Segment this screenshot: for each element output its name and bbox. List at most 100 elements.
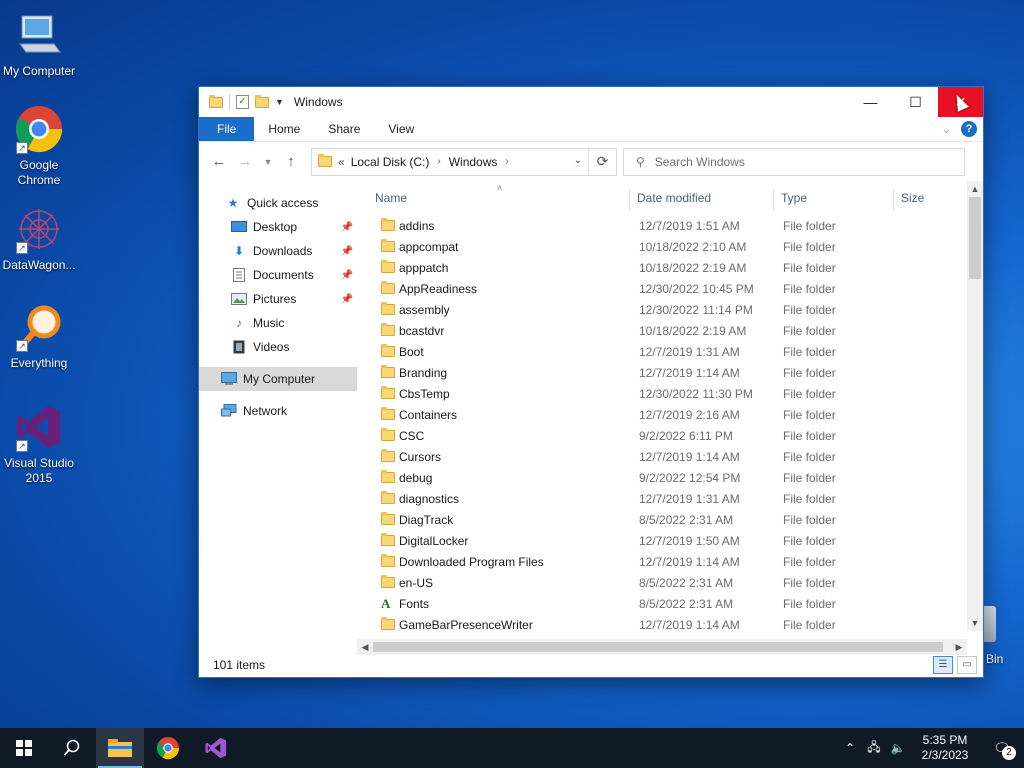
search-input[interactable] [654, 154, 935, 169]
scroll-thumb[interactable] [373, 642, 943, 652]
pin-icon[interactable]: 📌 [341, 270, 353, 281]
tab-home[interactable]: Home [254, 117, 314, 141]
nav-pictures[interactable]: Pictures 📌 [199, 287, 357, 311]
table-row[interactable]: Containers 12/7/2019 2:16 AM File folder [357, 404, 967, 425]
clock[interactable]: 5:35 PM 2/3/2023 [910, 733, 980, 763]
nav-desktop[interactable]: Desktop 📌 [199, 215, 357, 239]
pin-icon[interactable]: 📌 [341, 246, 353, 257]
column-header-date-modified[interactable]: Date modified [637, 191, 711, 205]
taskbar-visual-studio[interactable] [192, 728, 240, 768]
expand-ribbon-chevron-icon[interactable]: ⌄ [942, 123, 951, 136]
table-row[interactable]: debug 9/2/2022 12:54 PM File folder [357, 467, 967, 488]
table-row[interactable]: CSC 9/2/2022 6:11 PM File folder [357, 425, 967, 446]
tab-file[interactable]: File [199, 117, 255, 141]
taskbar-file-explorer[interactable] [96, 728, 144, 768]
large-icons-view-button[interactable]: ▭ [957, 656, 977, 674]
table-row[interactable]: A Fonts 8/5/2022 2:31 AM File folder [357, 593, 967, 614]
title-bar[interactable]: ✓ ▼ Windows — ☐ ✕ [199, 87, 983, 117]
table-row[interactable]: Downloaded Program Files 12/7/2019 1:14 A… [357, 551, 967, 572]
table-row[interactable]: AppReadiness 12/30/2022 10:45 PM File fold… [357, 278, 967, 299]
table-row[interactable]: DigitalLocker 12/7/2019 1:50 AM File folde… [357, 530, 967, 551]
up-button[interactable]: ↑ [279, 150, 303, 174]
table-row[interactable]: Boot 12/7/2019 1:31 AM File folder [357, 341, 967, 362]
system-tray: ⌃ 🖧 🔈 5:35 PM 2/3/2023 🗨 2 [838, 728, 1024, 768]
help-icon[interactable]: ? [961, 121, 977, 137]
customize-toolbar-chevron-icon[interactable]: ▼ [275, 97, 284, 107]
table-row[interactable]: bcastdvr 10/18/2022 2:19 AM File folder [357, 320, 967, 341]
breadcrumb-windows[interactable]: Windows [449, 155, 498, 169]
desktop-icon-visual-studio[interactable]: ↗ Visual Studio 2015 [0, 402, 78, 486]
tab-share[interactable]: Share [314, 117, 374, 141]
nav-my-computer[interactable]: My Computer [199, 367, 357, 391]
table-row[interactable]: diagnostics 12/7/2019 1:31 AM File folder [357, 488, 967, 509]
nav-documents[interactable]: Documents 📌 [199, 263, 357, 287]
show-hidden-icons-chevron-icon[interactable]: ⌃ [838, 741, 862, 755]
pin-icon[interactable]: 📌 [341, 222, 353, 233]
file-name: AppReadiness [399, 281, 478, 296]
breadcrumb-overflow[interactable]: « [338, 155, 345, 169]
table-row[interactable]: assembly 12/30/2022 11:14 PM File folder [357, 299, 967, 320]
forward-button[interactable]: → [233, 150, 257, 174]
nav-music[interactable]: ♪ Music [199, 311, 357, 335]
table-row[interactable]: CbsTemp 12/30/2022 11:30 PM File folder [357, 383, 967, 404]
nav-videos[interactable]: Videos [199, 335, 357, 359]
properties-icon[interactable]: ✓ [236, 95, 249, 109]
scroll-thumb[interactable] [969, 197, 981, 279]
column-header-size[interactable]: Size [901, 191, 924, 205]
file-date-modified: 12/7/2019 1:14 AM [639, 449, 740, 464]
network-icon[interactable]: 🖧 [862, 738, 886, 759]
file-type: File folder [783, 365, 836, 380]
table-row[interactable]: en-US 8/5/2022 2:31 AM File folder [357, 572, 967, 593]
folder-icon [381, 386, 395, 399]
pin-icon[interactable]: 📌 [341, 294, 353, 305]
scroll-down-icon[interactable]: ▼ [967, 615, 983, 631]
breadcrumb-local-disk[interactable]: Local Disk (C:) [351, 155, 430, 169]
start-button[interactable] [0, 728, 48, 768]
scroll-up-icon[interactable]: ▲ [967, 181, 983, 197]
computer-icon [14, 10, 64, 60]
search-button[interactable] [48, 728, 96, 768]
file-type: File folder [783, 323, 836, 338]
recent-locations-button[interactable]: ▼ [259, 150, 277, 174]
minimize-button[interactable]: — [848, 87, 893, 117]
refresh-button[interactable]: ⟳ [588, 148, 616, 175]
table-row[interactable]: Cursors 12/7/2019 1:14 AM File folder [357, 446, 967, 467]
tab-view[interactable]: View [374, 117, 428, 141]
file-date-modified: 12/7/2019 1:31 AM [639, 491, 740, 506]
nav-quick-access[interactable]: ★ Quick access [199, 191, 357, 215]
column-header-type[interactable]: Type [781, 191, 807, 205]
table-row[interactable]: addins 12/7/2019 1:51 AM File folder [357, 215, 967, 236]
table-row[interactable]: apppatch 10/18/2022 2:19 AM File folder [357, 257, 967, 278]
maximize-button[interactable]: ☐ [893, 87, 938, 117]
file-type: File folder [783, 596, 836, 611]
file-date-modified: 12/30/2022 11:30 PM [639, 386, 753, 401]
action-center-button[interactable]: 🗨 2 [980, 728, 1024, 768]
table-row[interactable]: Branding 12/7/2019 1:14 AM File folder [357, 362, 967, 383]
table-row[interactable]: appcompat 10/18/2022 2:10 AM File folder [357, 236, 967, 257]
desktop-icon-my-computer[interactable]: My Computer [0, 10, 78, 79]
desktop-icon-datawagon[interactable]: ↗ DataWagon... [0, 204, 78, 273]
navigation-pane: ★ Quick access Desktop 📌 ⬇ Downloads 📌 D… [199, 181, 357, 627]
sort-ascending-icon: ˄ [497, 183, 503, 193]
details-view-button[interactable]: ☰ [933, 656, 953, 674]
taskbar-chrome[interactable] [144, 728, 192, 768]
new-folder-icon[interactable] [255, 94, 269, 108]
desktop-icon-everything[interactable]: ↗ Everything [0, 302, 78, 371]
nav-downloads[interactable]: ⬇ Downloads 📌 [199, 239, 357, 263]
table-row[interactable]: GameBarPresenceWriter 12/7/2019 1:14 AM Fi… [357, 614, 967, 635]
breadcrumb-separator-icon[interactable]: › [505, 156, 508, 167]
nav-network[interactable]: Network [199, 399, 357, 423]
vertical-scrollbar[interactable]: ▲ ▼ [967, 181, 983, 631]
volume-icon[interactable]: 🔈 [886, 741, 910, 755]
back-button[interactable]: ← [207, 150, 231, 174]
documents-icon [231, 268, 247, 282]
search-box[interactable]: ⚲ [623, 147, 965, 176]
breadcrumb-separator-icon[interactable]: › [437, 156, 440, 167]
desktop-icon-google-chrome[interactable]: ↗ Google Chrome [0, 104, 78, 188]
recycle-bin-icon[interactable] [982, 606, 996, 642]
column-header-name[interactable]: Name [375, 191, 407, 205]
folder-icon [381, 554, 395, 567]
address-history-chevron-icon[interactable]: ⌄ [574, 155, 582, 166]
table-row[interactable]: DiagTrack 8/5/2022 2:31 AM File folder [357, 509, 967, 530]
address-bar[interactable]: « Local Disk (C:) › Windows › ⌄ ⟳ [311, 147, 617, 176]
